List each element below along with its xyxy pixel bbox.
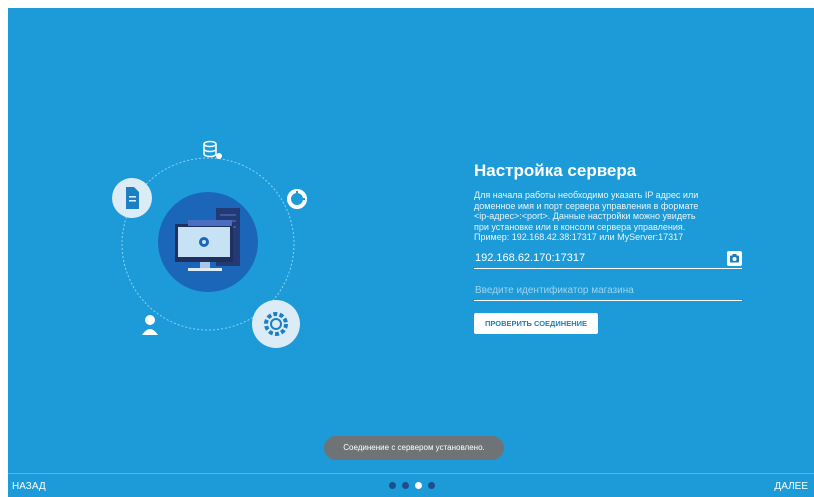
server-illustration (112, 140, 307, 348)
page-title: Настройка сервера (474, 161, 637, 180)
gear-icon (252, 300, 300, 348)
server-address-field[interactable]: 192.168.62.170:17317 (474, 250, 742, 269)
page-dot-active (415, 482, 422, 489)
document-icon (112, 178, 152, 218)
page-dot (428, 482, 435, 489)
server-settings-panel: Настройка сервера Для начала работы необ… (474, 161, 744, 334)
database-settings-icon (203, 140, 222, 159)
store-id-field[interactable]: Введите идентификатор магазина (474, 282, 742, 301)
back-button[interactable]: НАЗАД (12, 481, 46, 492)
next-button[interactable]: ДАЛЕЕ (774, 481, 808, 492)
page-dot (389, 482, 396, 489)
instructions-text: Для начала работы необходимо указать IP … (474, 190, 699, 242)
server-address-value: 192.168.62.170:17317 (475, 251, 586, 264)
bottom-navigation: НАЗАД ДАЛЕЕ (8, 473, 814, 497)
scan-qr-button[interactable] (727, 250, 742, 266)
pie-chart-icon (287, 189, 307, 209)
status-toast: Соединение с сервером установлено. (324, 436, 504, 460)
app-screen: Настройка сервера Для начала работы необ… (8, 8, 814, 497)
page-indicator (389, 482, 435, 489)
check-connection-button[interactable]: ПРОВЕРИТЬ СОЕДИНЕНИЕ (474, 312, 599, 334)
store-id-placeholder: Введите идентификатор магазина (475, 284, 634, 296)
computer-server-icon (158, 192, 258, 292)
camera-icon (730, 253, 739, 262)
page-dot (402, 482, 409, 489)
user-icon (142, 315, 158, 335)
